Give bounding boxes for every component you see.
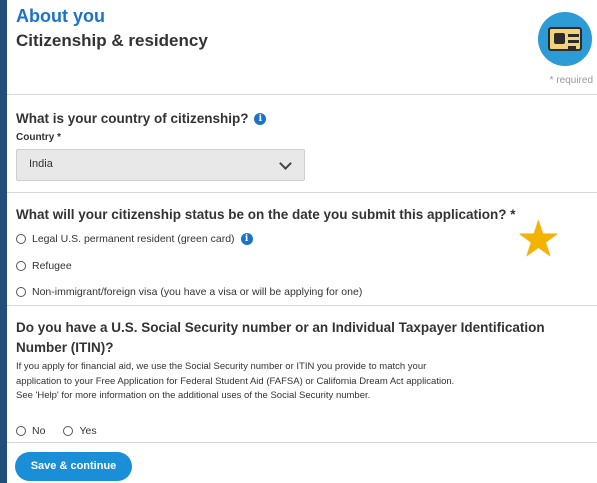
info-icon[interactable]: i [254,113,267,126]
status-option-visa[interactable]: Non-immigrant/foreign visa (you have a v… [16,286,362,298]
application-form: About you Citizenship & residency * requ… [7,0,597,483]
citizenship-status-question: What will your citizenship status be on … [7,193,597,306]
ssn-options: No Yes [16,425,115,437]
save-continue-button[interactable]: Save & continue [15,452,132,481]
chevron-down-icon [279,157,292,170]
radio-button[interactable] [16,261,26,271]
required-note: * required [549,75,593,86]
country-label: Country * [16,132,61,143]
status-heading: What will your citizenship status be on … [16,207,516,222]
radio-button[interactable] [16,426,26,436]
status-option-label: Non-immigrant/foreign visa (you have a v… [32,286,363,298]
status-option-label: Legal U.S. permanent resident (green car… [32,233,235,245]
citizenship-heading-text: What is your country of citizenship? [16,111,249,126]
country-select-value: India [29,158,53,170]
ssn-heading: Do you have a U.S. Social Security numbe… [16,320,545,355]
radio-button[interactable] [63,426,74,436]
status-option-refugee[interactable]: Refugee [16,260,72,272]
id-card-icon [538,12,592,66]
ssn-option-yes[interactable]: Yes [63,425,97,437]
citizenship-question: What is your country of citizenship? i C… [7,95,597,193]
status-option-green-card[interactable]: Legal U.S. permanent resident (green car… [16,233,253,245]
radio-button[interactable] [16,287,26,297]
country-select[interactable]: India [16,149,305,181]
info-icon[interactable]: i [240,233,253,245]
ssn-option-label: Yes [79,425,97,437]
citizenship-heading: What is your country of citizenship? i [16,111,267,126]
ssn-option-no[interactable]: No [16,425,45,437]
ssn-help-text: If you apply for financial aid, we use t… [16,361,455,401]
form-header: About you Citizenship & residency * requ… [7,0,597,95]
section-title: About you [16,6,105,26]
ssn-question: Do you have a U.S. Social Security numbe… [7,306,597,443]
status-option-label: Refugee [32,260,72,272]
ssn-option-label: No [32,425,46,437]
radio-button[interactable] [16,234,26,244]
page-title: Citizenship & residency [16,31,208,50]
star-icon: ★ [516,211,561,267]
